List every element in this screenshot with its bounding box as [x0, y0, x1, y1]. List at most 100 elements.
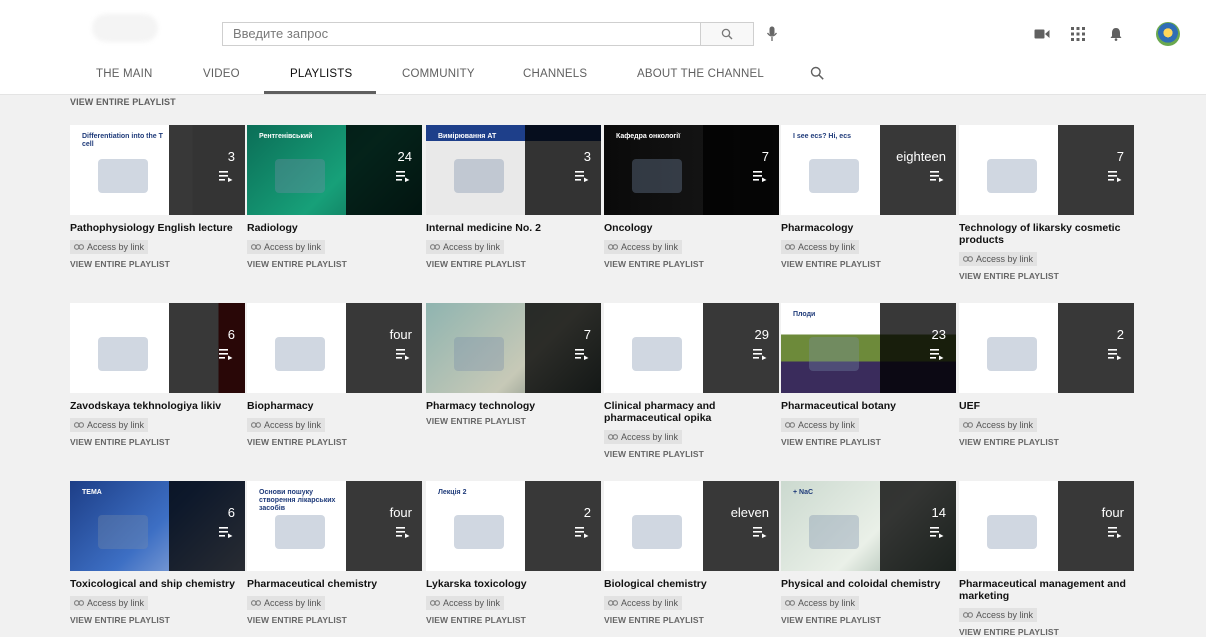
playlist-card[interactable]: 6 Zavodskaya tekhnologiya likiv Access by … — [70, 303, 245, 447]
thumbnail-caption: Вимірювання АТ — [438, 133, 497, 140]
view-entire-playlist-link[interactable]: VIEW ENTIRE PLAYLIST — [426, 259, 601, 269]
playlist-card[interactable]: ТЕМА 6 Toxicological and ship chemistry Acc… — [70, 481, 245, 625]
playlist-card[interactable]: Лекція 2 2 Lykarska toxicology Access by li… — [426, 481, 601, 625]
view-entire-playlist-link[interactable]: VIEW ENTIRE PLAYLIST — [70, 97, 176, 107]
playlist-thumbnail[interactable]: + NaC 14 — [781, 481, 956, 571]
view-entire-playlist-link[interactable]: VIEW ENTIRE PLAYLIST — [959, 627, 1134, 637]
search-input[interactable]: Введите запрос — [222, 22, 700, 46]
view-entire-playlist-link[interactable]: VIEW ENTIRE PLAYLIST — [781, 259, 956, 269]
playlist-card[interactable]: Плоди 23 Pharmaceutical botany Access by li… — [781, 303, 956, 447]
playlist-thumbnail[interactable]: 7 — [426, 303, 601, 393]
view-entire-playlist-link[interactable]: VIEW ENTIRE PLAYLIST — [781, 437, 956, 447]
playlist-title[interactable]: Internal medicine No. 2 — [426, 222, 601, 234]
playlist-card[interactable]: 7 Technology of likarsky cosmetic product… — [959, 125, 1134, 281]
tab-about-the-channel[interactable]: ABOUT THE CHANNEL — [637, 68, 764, 80]
playlist-icon — [1108, 527, 1122, 538]
slide-graphic — [275, 159, 325, 193]
playlist-title[interactable]: Zavodskaya tekhnologiya likiv — [70, 400, 245, 412]
view-entire-playlist-link[interactable]: VIEW ENTIRE PLAYLIST — [604, 259, 779, 269]
playlist-thumbnail[interactable]: four — [959, 481, 1134, 571]
playlist-thumbnail[interactable]: ТЕМА 6 — [70, 481, 245, 571]
playlist-card[interactable]: eleven Biological chemistry Access by link… — [604, 481, 779, 625]
playlist-title[interactable]: Pharmaceutical botany — [781, 400, 956, 412]
playlist-thumbnail[interactable]: Вимірювання АТ 3 — [426, 125, 601, 215]
view-entire-playlist-link[interactable]: VIEW ENTIRE PLAYLIST — [247, 437, 422, 447]
tab-playlists[interactable]: PLAYLISTS — [290, 68, 352, 80]
access-badge: Access by link — [781, 418, 860, 432]
view-entire-playlist-link[interactable]: VIEW ENTIRE PLAYLIST — [247, 615, 422, 625]
view-entire-playlist-link[interactable]: VIEW ENTIRE PLAYLIST — [426, 615, 601, 625]
playlist-thumbnail[interactable]: Основи пошуку створення лікарських засоб… — [247, 481, 422, 571]
link-icon — [608, 434, 618, 440]
tab-the-main[interactable]: THE MAIN — [96, 68, 153, 80]
thumbnail-caption: I see ecs? Hi, ecs — [793, 133, 851, 140]
channel-logo[interactable] — [92, 14, 158, 42]
playlist-title[interactable]: Pharmaceutical chemistry — [247, 578, 422, 590]
playlist-thumbnail[interactable]: 7 — [959, 125, 1134, 215]
playlist-thumbnail[interactable]: 6 — [70, 303, 245, 393]
playlist-title[interactable]: Radiology — [247, 222, 422, 234]
playlist-card[interactable]: 29 Clinical pharmacy and pharmaceutical o… — [604, 303, 779, 459]
playlist-title[interactable]: Physical and coloidal chemistry — [781, 578, 956, 590]
apps-button[interactable] — [1068, 24, 1088, 44]
playlist-title[interactable]: Pharmacology — [781, 222, 956, 234]
channel-search-icon[interactable] — [810, 66, 824, 80]
thumbnail-caption: Differentiation into the T cell — [82, 133, 163, 148]
playlist-title[interactable]: Oncology — [604, 222, 779, 234]
notifications-button[interactable] — [1106, 24, 1126, 44]
playlist-card[interactable]: Вимірювання АТ 3 Internal medicine No. 2 Ac… — [426, 125, 601, 269]
playlist-card[interactable]: Рентгенівський 24 Radiology Access by link V… — [247, 125, 422, 269]
playlist-icon — [396, 171, 410, 182]
playlist-thumbnail[interactable]: Кафедра онкології 7 — [604, 125, 779, 215]
playlist-title[interactable]: Pharmaceutical management and marketing — [959, 578, 1134, 602]
tab-channels[interactable]: CHANNELS — [523, 68, 587, 80]
playlist-thumbnail[interactable]: Лекція 2 2 — [426, 481, 601, 571]
playlist-title[interactable]: Clinical pharmacy and pharmaceutical opi… — [604, 400, 779, 424]
view-entire-playlist-link[interactable]: VIEW ENTIRE PLAYLIST — [70, 259, 245, 269]
playlist-thumbnail[interactable]: four — [247, 303, 422, 393]
playlist-card[interactable]: four Pharmaceutical management and market… — [959, 481, 1134, 637]
playlist-title[interactable]: Biological chemistry — [604, 578, 779, 590]
tab-video[interactable]: VIDEO — [203, 68, 240, 80]
view-entire-playlist-link[interactable]: VIEW ENTIRE PLAYLIST — [959, 271, 1134, 281]
playlist-title[interactable]: Technology of likarsky cosmetic products — [959, 222, 1134, 246]
playlist-thumbnail[interactable]: 2 — [959, 303, 1134, 393]
playlist-thumbnail[interactable]: eleven — [604, 481, 779, 571]
view-entire-playlist-link[interactable]: VIEW ENTIRE PLAYLIST — [70, 615, 245, 625]
view-entire-playlist-link[interactable]: VIEW ENTIRE PLAYLIST — [604, 615, 779, 625]
playlist-title[interactable]: Lykarska toxicology — [426, 578, 601, 590]
search-button[interactable] — [700, 22, 754, 46]
playlist-icon — [575, 527, 589, 538]
playlist-thumbnail[interactable]: I see ecs? Hi, ecs eighteen — [781, 125, 956, 215]
access-label: Access by link — [87, 242, 145, 252]
playlist-thumbnail[interactable]: Рентгенівський 24 — [247, 125, 422, 215]
avatar[interactable] — [1156, 22, 1180, 46]
playlist-card[interactable]: Differentiation into the T cell 3 Pathophy… — [70, 125, 245, 269]
playlist-card[interactable]: 7 Pharmacy technology VIEW ENTIRE PLAYLIST — [426, 303, 601, 426]
playlist-thumbnail[interactable]: 29 — [604, 303, 779, 393]
playlist-card[interactable]: Основи пошуку створення лікарських засоб… — [247, 481, 422, 625]
tab-community[interactable]: COMMUNITY — [402, 68, 475, 80]
playlist-card[interactable]: I see ecs? Hi, ecs eighteen Pharmacology Ac… — [781, 125, 956, 269]
view-entire-playlist-link[interactable]: VIEW ENTIRE PLAYLIST — [70, 437, 245, 447]
playlist-card[interactable]: four Biopharmacy Access by link VIEW ENTIRE… — [247, 303, 422, 447]
playlist-count-overlay: 7 — [525, 303, 601, 393]
playlist-title[interactable]: Pharmacy technology — [426, 400, 601, 412]
view-entire-playlist-link[interactable]: VIEW ENTIRE PLAYLIST — [604, 449, 779, 459]
access-label: Access by link — [87, 420, 145, 430]
playlist-card[interactable]: + NaC 14 Physical and coloidal chemistry Ac… — [781, 481, 956, 625]
playlist-card[interactable]: Кафедра онкології 7 Oncology Access by link… — [604, 125, 779, 269]
playlist-title[interactable]: Toxicological and ship chemistry — [70, 578, 245, 590]
playlist-thumbnail[interactable]: Плоди 23 — [781, 303, 956, 393]
create-video-button[interactable] — [1032, 24, 1052, 44]
playlist-thumbnail[interactable]: Differentiation into the T cell 3 — [70, 125, 245, 215]
playlist-title[interactable]: Pathophysiology English lecture — [70, 222, 245, 234]
view-entire-playlist-link[interactable]: VIEW ENTIRE PLAYLIST — [781, 615, 956, 625]
voice-search-button[interactable] — [762, 22, 782, 46]
playlist-title[interactable]: Biopharmacy — [247, 400, 422, 412]
playlist-card[interactable]: 2 UEF Access by link VIEW ENTIRE PLAYLIST — [959, 303, 1134, 447]
view-entire-playlist-link[interactable]: VIEW ENTIRE PLAYLIST — [426, 416, 601, 426]
playlist-title[interactable]: UEF — [959, 400, 1134, 412]
view-entire-playlist-link[interactable]: VIEW ENTIRE PLAYLIST — [959, 437, 1134, 447]
view-entire-playlist-link[interactable]: VIEW ENTIRE PLAYLIST — [247, 259, 422, 269]
